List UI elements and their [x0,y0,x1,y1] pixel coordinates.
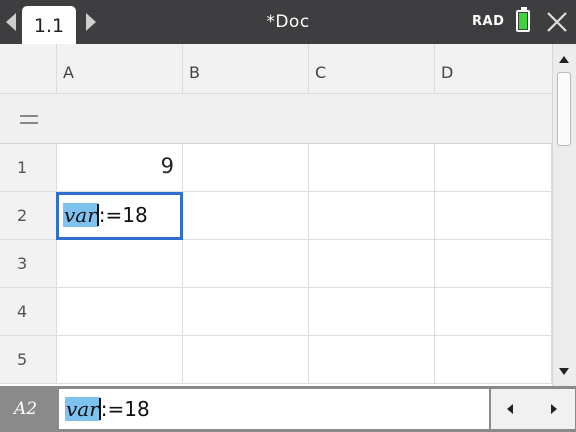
equals-icon: = [20,115,38,124]
column-header-d[interactable]: D [435,44,552,94]
column-label: A [63,63,74,82]
row-label: 4 [17,302,28,321]
cell-c3[interactable] [309,240,435,288]
column-header-c[interactable]: C [309,44,435,94]
column-label: B [189,63,200,82]
row-label: 3 [17,254,28,273]
row-header-5[interactable]: 5 [0,336,57,384]
cell-reference-label: A2 [14,399,38,419]
row-label: 5 [17,350,28,369]
cell-a5[interactable] [57,336,183,384]
cell-b2[interactable] [183,192,309,240]
cell-c2[interactable] [309,192,435,240]
column-header-b[interactable]: B [183,44,309,94]
row-header-2[interactable]: 2 [0,192,57,240]
angle-mode-indicator: RAD [472,14,505,29]
cell-b4[interactable] [183,288,309,336]
cell-a1[interactable]: 9 [57,144,183,192]
row-label: 2 [17,206,28,225]
cell-d3[interactable] [435,240,552,288]
row-header-3[interactable]: 3 [0,240,57,288]
close-icon[interactable] [545,10,569,34]
caret-left-icon [507,404,513,414]
cell-c1[interactable] [309,144,435,192]
entry-line-text: var:=18 [65,397,150,421]
cell-d2[interactable] [435,192,552,240]
scroll-down-icon[interactable] [559,368,569,375]
cell-edit-text[interactable]: var:=18 [63,203,148,227]
row-label: 1 [17,158,28,177]
cell-c5[interactable] [309,336,435,384]
scroll-up-icon[interactable] [559,56,569,63]
column-label: C [315,63,327,82]
entry-line-input[interactable]: var:=18 [59,389,489,429]
row-header-1[interactable]: 1 [0,144,57,192]
grid-corner [0,44,57,94]
selected-variable-text: var [63,203,98,227]
cell-b3[interactable] [183,240,309,288]
cell-d1[interactable] [435,144,552,192]
selected-variable-text: var [65,397,100,421]
scroll-thumb[interactable] [557,72,571,146]
cell-d5[interactable] [435,336,552,384]
cell-d4[interactable] [435,288,552,336]
cell-b1[interactable] [183,144,309,192]
column-header-a[interactable]: A [57,44,183,94]
spreadsheet-grid[interactable]: A B C D = 1 2 3 4 5 9 var:=18 [0,44,552,386]
column-formula-row[interactable]: = [0,94,552,144]
entry-line: A2 var:=18 [0,386,576,432]
vertical-scrollbar[interactable] [552,44,576,386]
battery-icon [516,7,530,32]
cell-c4[interactable] [309,288,435,336]
cell-a4[interactable] [57,288,183,336]
caret-right-icon [551,404,557,414]
row-header-4[interactable]: 4 [0,288,57,336]
entry-next-button[interactable] [533,389,575,429]
cell-a3[interactable] [57,240,183,288]
cell-edit-rest: :=18 [98,203,148,227]
entry-prev-button[interactable] [491,389,533,429]
cell-a2-editing[interactable]: var:=18 [56,192,183,240]
title-bar: 1.1 *Doc RAD [0,0,576,44]
column-label: D [441,63,454,82]
cell-b5[interactable] [183,336,309,384]
entry-line-rest: :=18 [100,397,150,421]
cell-value: 9 [160,154,174,178]
